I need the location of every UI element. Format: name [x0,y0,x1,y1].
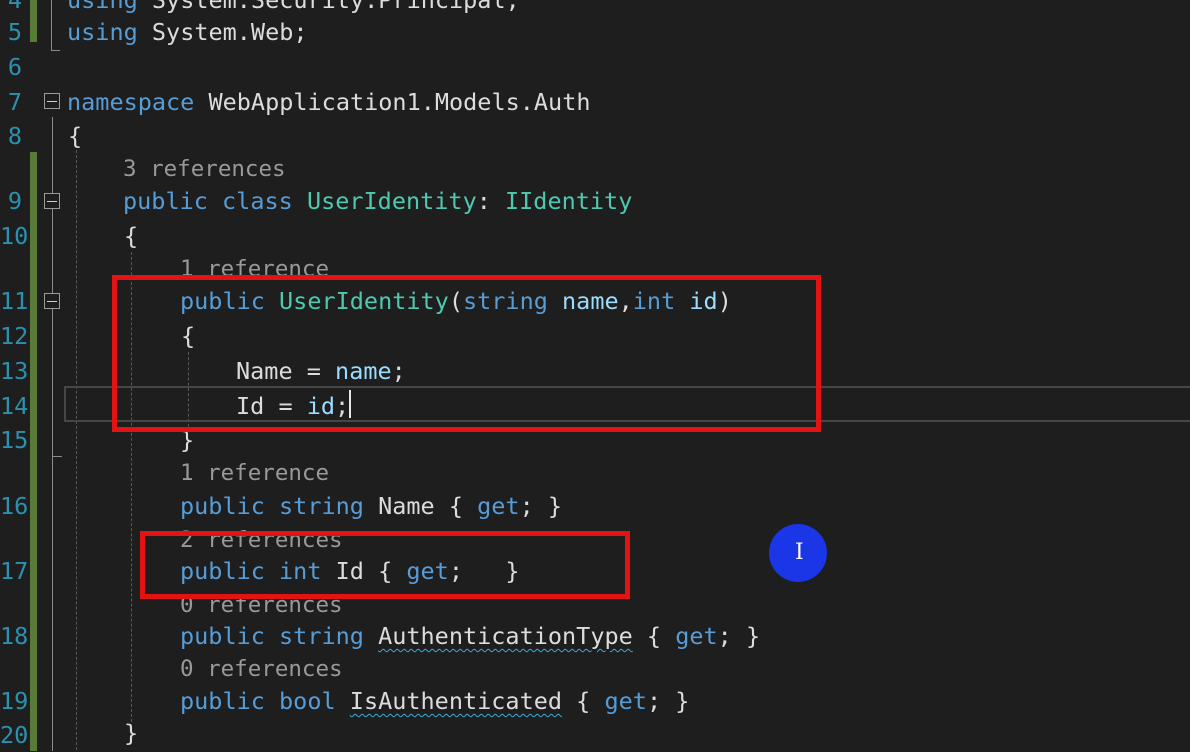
property-name: IsAuthenticated [349,687,563,715]
line-number: 6 [7,53,22,81]
punctuation: { [434,492,478,520]
line-number: 10 [0,222,29,250]
line-number: 18 [0,622,29,650]
keyword: get [675,622,718,650]
code-lens-references[interactable]: 1 reference [180,459,329,487]
code-line[interactable]: public string Name { get; } [180,489,562,523]
property-name: AuthenticationType [378,622,633,650]
keyword: bool [264,687,336,715]
keyword: public [180,492,265,520]
change-indicator-bar [30,152,37,751]
property-name: Name [363,492,435,520]
annotation-box [112,275,821,432]
keyword: get [477,492,520,520]
keyword: using [67,0,138,14]
punctuation: ; } [717,622,761,650]
namespace-name: WebApplication1.Models.Auth [194,88,591,116]
code-line[interactable]: using System.Web; [67,15,308,49]
text-cursor-icon: I [795,540,804,565]
line-number: 20 [0,721,29,749]
line-number: 9 [7,187,22,215]
code-line[interactable]: { [124,219,138,253]
keyword: string [264,622,364,650]
line-number: 8 [7,122,22,150]
outline-line [51,0,52,50]
keyword: using [67,18,138,46]
interface-name: IIdentity [505,187,633,215]
punctuation: ; } [646,687,690,715]
code-lens-references[interactable]: 0 references [180,655,343,683]
code-text: System.Security.Principal; [137,0,520,14]
collapse-icon[interactable] [44,93,60,109]
indent-guide [76,150,77,750]
keyword: public [123,187,208,215]
code-line[interactable]: namespace WebApplication1.Models.Auth [67,85,591,119]
outline-line [51,50,60,51]
keyword: public [180,622,265,650]
code-line[interactable]: public bool IsAuthenticated { get; } [180,684,689,718]
code-lens-references[interactable]: 3 references [123,155,286,183]
code-line[interactable]: } [124,716,138,750]
brace: { [68,122,83,150]
code-line[interactable]: { [68,119,82,153]
code-line[interactable]: public class UserIdentity: IIdentity [123,184,632,218]
keyword: class [207,187,307,215]
punctuation: : [476,187,506,215]
collapse-icon[interactable] [44,293,60,309]
line-number: 13 [0,357,29,385]
keyword: namespace [67,88,195,116]
code-line[interactable]: public string AuthenticationType { get; … [180,619,760,653]
keyword: public [180,687,265,715]
brace: } [124,719,139,747]
punctuation: { [562,687,605,715]
code-text: System.Web; [137,18,308,46]
keyword: get [604,687,647,715]
line-number: 12 [0,322,29,350]
line-number: 15 [0,426,29,454]
line-number: 11 [0,287,29,315]
annotation-box [140,531,630,599]
line-number: 7 [7,88,22,116]
change-indicator-bar [30,0,37,42]
line-number: 14 [0,392,29,420]
line-number: 5 [7,18,22,46]
line-number: 17 [0,557,29,585]
line-number: 19 [0,687,29,715]
collapse-icon[interactable] [44,193,60,209]
keyword: string [264,492,364,520]
outline-line [52,456,62,457]
outline-line [52,117,53,751]
punctuation: ; } [519,492,563,520]
brace: { [124,222,139,250]
class-name: UserIdentity [306,187,477,215]
line-number: 16 [0,492,29,520]
punctuation: { [632,622,676,650]
